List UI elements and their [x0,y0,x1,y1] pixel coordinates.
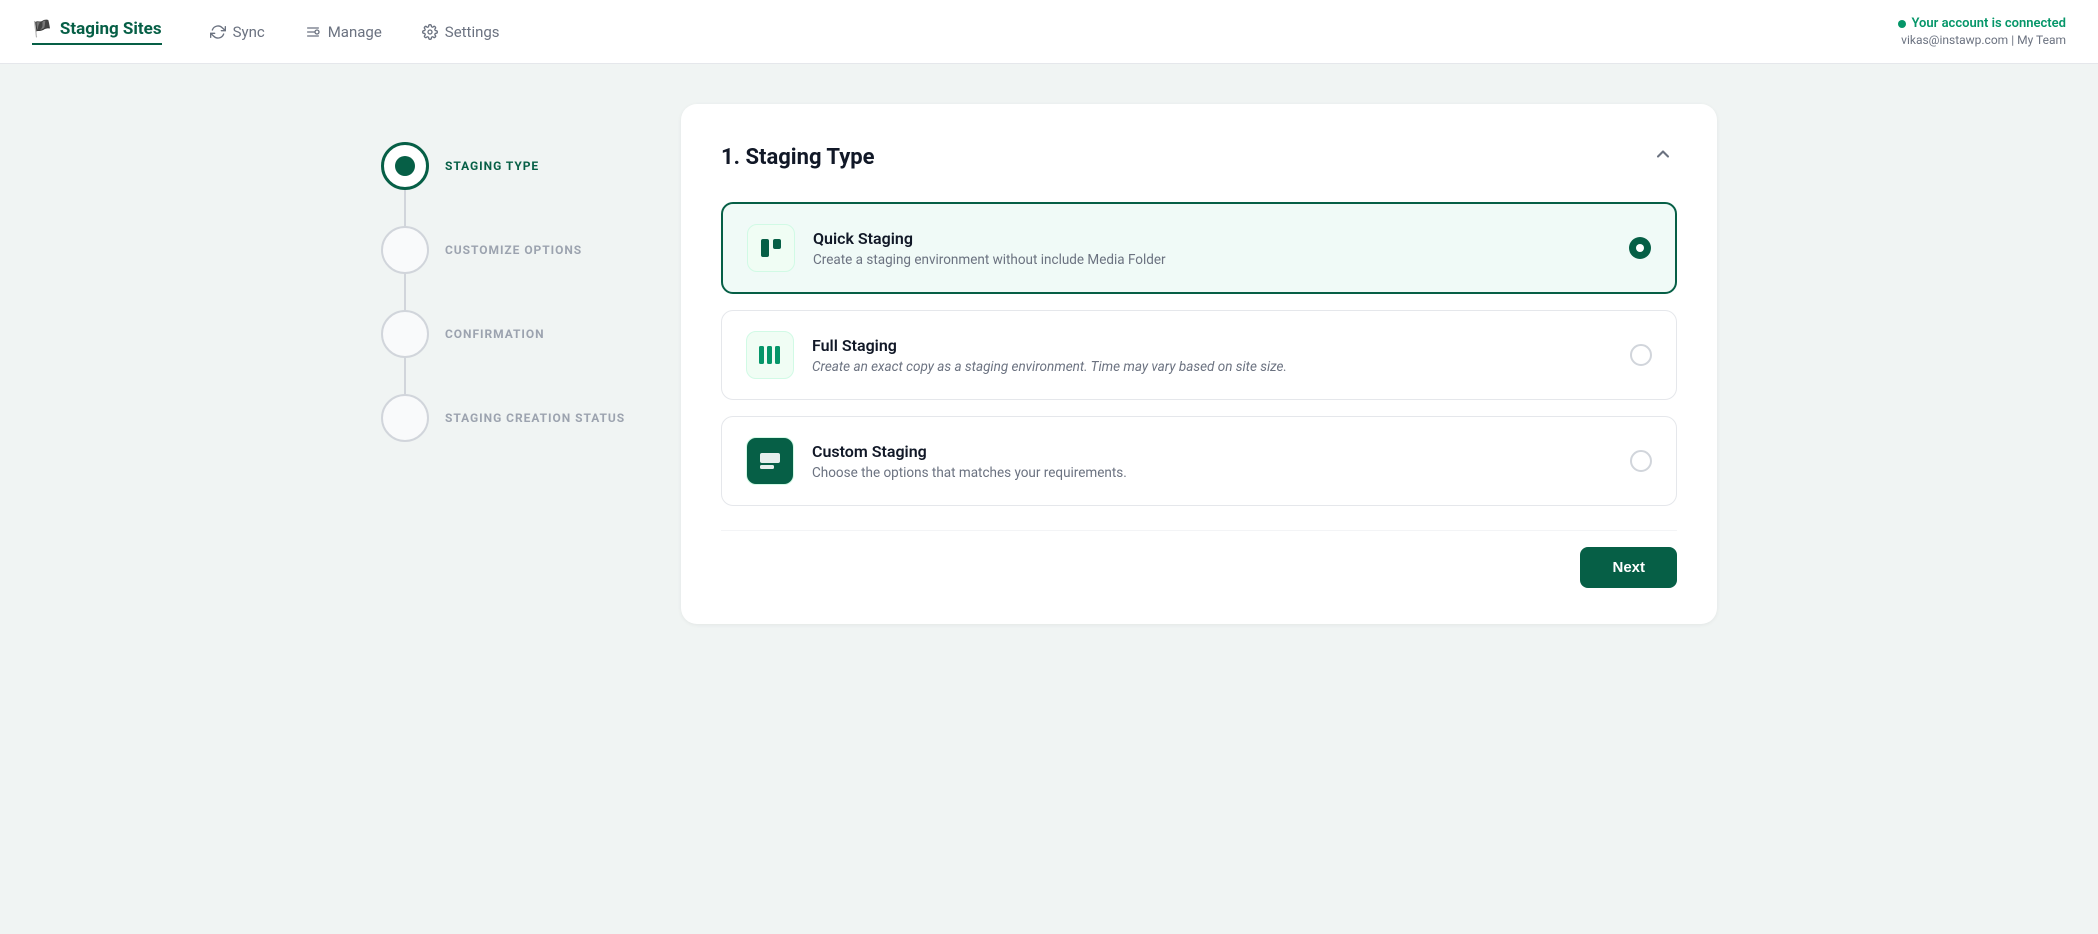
brand[interactable]: 🏴 Staging Sites [32,19,162,45]
account-email: vikas@instawp.com | My Team [1898,33,2066,47]
step-confirmation[interactable]: CONFIRMATION [381,292,641,376]
navbar: 🏴 Staging Sites Sync [0,0,2098,64]
custom-staging-text: Custom Staging Choose the options that m… [812,442,1612,481]
nav-sync[interactable]: Sync [210,3,265,61]
sync-icon [210,24,226,40]
flag-icon: 🏴 [32,19,52,38]
full-staging-radio[interactable] [1630,344,1652,366]
account-status: Your account is connected [1898,16,2066,31]
step-label-creation-status: STAGING CREATION STATUS [445,411,625,425]
collapse-button[interactable] [1649,140,1677,174]
step-creation-status[interactable]: STAGING CREATION STATUS [381,376,641,460]
settings-icon [422,24,438,40]
custom-staging-radio[interactable] [1630,450,1652,472]
brand-label: Staging Sites [60,19,162,39]
quick-staging-icon [757,234,785,262]
step-customize[interactable]: CUSTOMIZE OPTIONS [381,208,641,292]
option-custom-staging[interactable]: Custom Staging Choose the options that m… [721,416,1677,506]
option-full-staging[interactable]: Full Staging Create an exact copy as a s… [721,310,1677,400]
step-dot [395,156,415,176]
next-button[interactable]: Next [1580,547,1677,588]
step-staging-type[interactable]: STAGING TYPE [381,124,641,208]
manage-icon [305,24,321,40]
step-circle-staging-type [381,142,429,190]
steps-sidebar: STAGING TYPE CUSTOMIZE OPTIONS CONFIRMAT… [381,104,641,624]
nav-sync-label: Sync [233,23,265,41]
custom-staging-title: Custom Staging [812,442,1612,461]
quick-staging-title: Quick Staging [813,229,1611,248]
custom-staging-desc: Choose the options that matches your req… [812,465,1612,481]
step-circle-customize [381,226,429,274]
step-circle-creation-status [381,394,429,442]
quick-staging-radio-filled [1629,237,1651,259]
full-staging-title: Full Staging [812,336,1612,355]
step-label-confirmation: CONFIRMATION [445,327,545,341]
quick-staging-desc: Create a staging environment without inc… [813,252,1611,268]
quick-staging-text: Quick Staging Create a staging environme… [813,229,1611,268]
my-team-link[interactable]: My Team [2017,33,2066,47]
content-area: 1. Staging Type Quick Staging Create [681,104,1717,624]
step-label-staging-type: STAGING TYPE [445,159,539,173]
custom-staging-icon-wrap [746,437,794,485]
step-circle-confirmation [381,310,429,358]
full-staging-text: Full Staging Create an exact copy as a s… [812,336,1612,375]
nav-manage-label: Manage [328,23,382,41]
option-cards: Quick Staging Create a staging environme… [721,202,1677,506]
nav-manage[interactable]: Manage [305,3,382,61]
section-title: 1. Staging Type [721,145,875,170]
section-header: 1. Staging Type [721,140,1677,174]
full-staging-icon-wrap [746,331,794,379]
nav-settings[interactable]: Settings [422,3,500,61]
bottom-bar: Next [721,530,1677,588]
step-label-customize: CUSTOMIZE OPTIONS [445,243,582,257]
main-container: STAGING TYPE CUSTOMIZE OPTIONS CONFIRMAT… [349,64,1749,664]
quick-staging-radio[interactable] [1629,237,1651,259]
full-staging-icon [756,341,784,369]
custom-staging-icon [756,447,784,475]
quick-staging-icon-wrap [747,224,795,272]
nav-settings-label: Settings [445,23,500,41]
option-quick-staging[interactable]: Quick Staging Create a staging environme… [721,202,1677,294]
account-section: Your account is connected vikas@instawp.… [1898,16,2066,47]
nav-items: Sync Manage Settings [210,3,1899,61]
full-staging-desc: Create an exact copy as a staging enviro… [812,359,1612,375]
